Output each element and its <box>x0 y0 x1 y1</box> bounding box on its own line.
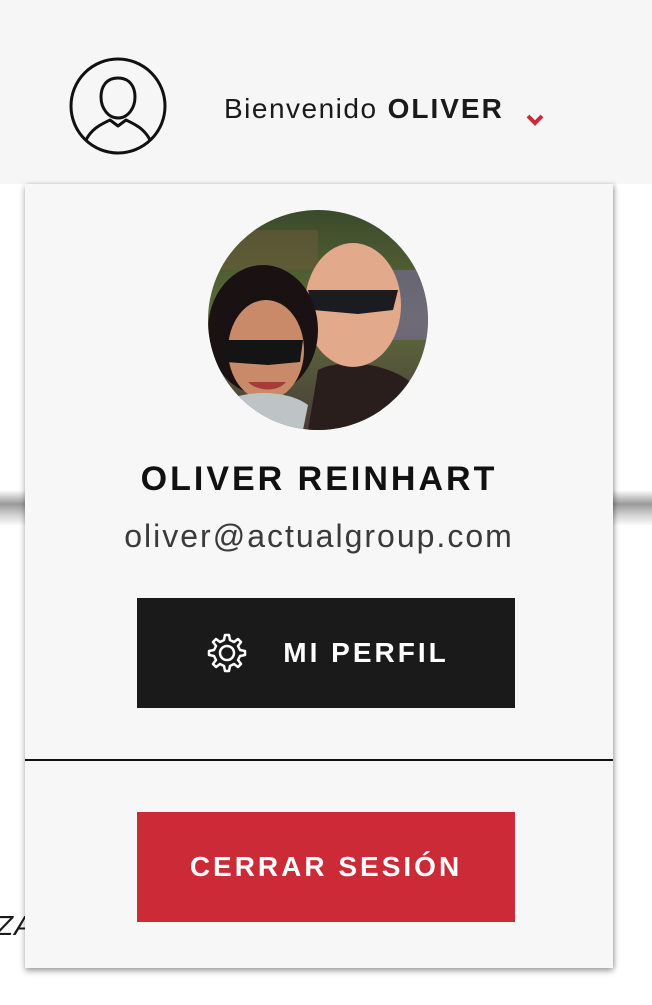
username-label: OLIVER <box>387 93 504 124</box>
welcome-label: Bienvenido <box>224 93 378 124</box>
user-circle-icon[interactable] <box>68 56 168 156</box>
chevron-down-icon[interactable] <box>526 102 544 126</box>
profile-email: oliver@actualgroup.com <box>124 518 514 554</box>
my-profile-button[interactable]: MI PERFIL <box>137 598 515 708</box>
logout-button[interactable]: CERRAR SESIÓN <box>137 812 515 922</box>
gear-icon <box>203 631 247 675</box>
my-profile-label: MI PERFIL <box>283 637 449 668</box>
dropdown-divider <box>25 759 613 761</box>
logout-label: CERRAR SESIÓN <box>189 851 463 882</box>
user-menu-toggle[interactable]: Bienvenido OLIVER <box>224 93 544 126</box>
avatar <box>208 210 428 430</box>
profile-name: OLIVER REINHART <box>140 460 498 498</box>
top-bar: Bienvenido OLIVER <box>0 0 652 184</box>
user-dropdown-panel: OLIVER REINHART oliver@actualgroup.com M… <box>25 184 613 968</box>
